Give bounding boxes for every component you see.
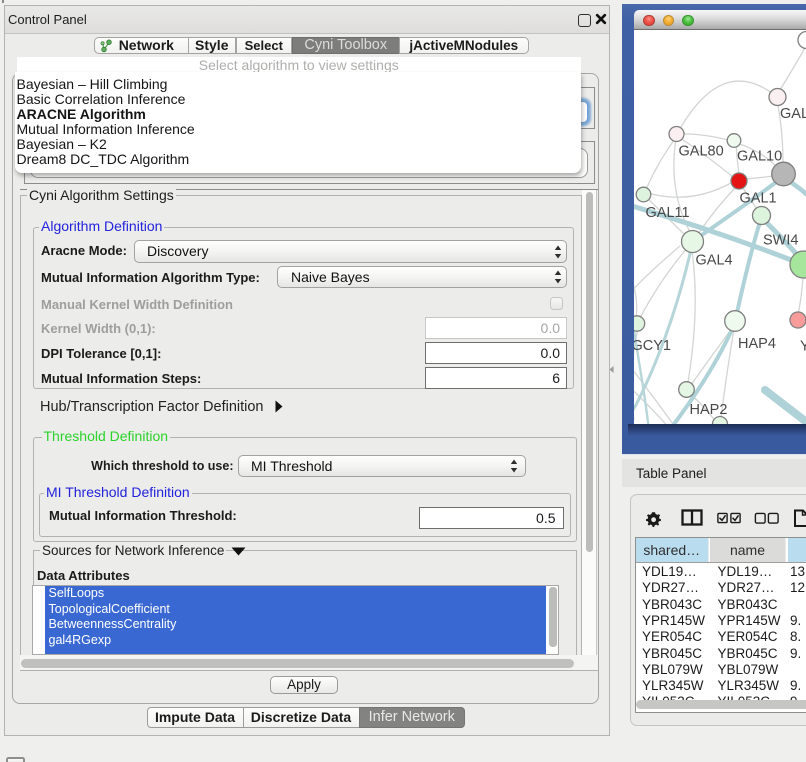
svg-text:GAL4: GAL4	[696, 253, 733, 269]
svg-text:GAL11: GAL11	[646, 205, 690, 221]
svg-text:HAP4: HAP4	[738, 336, 776, 352]
svg-text:Y: Y	[800, 339, 806, 355]
svg-text:HAP2: HAP2	[690, 402, 728, 418]
svg-text:GAL80: GAL80	[679, 144, 724, 160]
svg-text:GAL1: GAL1	[740, 191, 777, 207]
svg-text:GCY1: GCY1	[634, 338, 671, 354]
svg-text:GAL10: GAL10	[737, 149, 782, 165]
svg-text:GAL8: GAL8	[780, 106, 806, 122]
svg-text:SWI4: SWI4	[763, 233, 798, 249]
